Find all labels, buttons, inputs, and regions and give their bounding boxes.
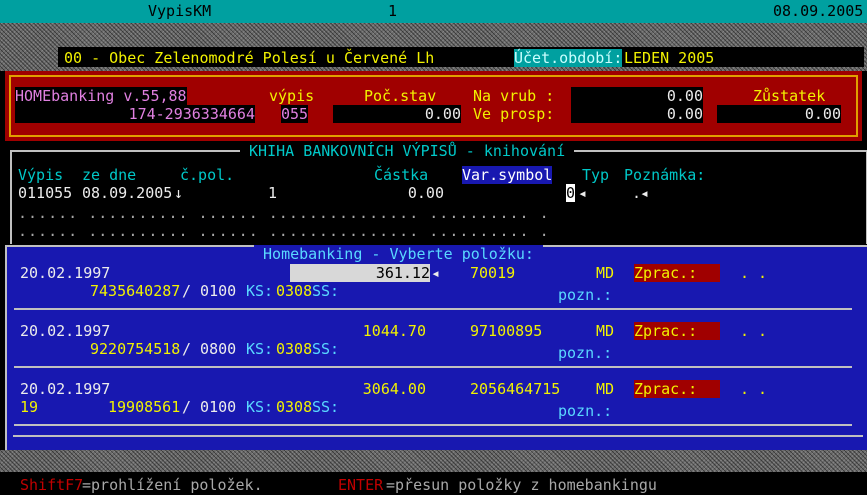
row-typ-input[interactable]: 0	[566, 184, 576, 202]
item-ss-label: SS:	[312, 340, 340, 358]
item-status[interactable]: Zprac.:	[634, 380, 720, 398]
col-var-symbol: Var.symbol	[462, 166, 553, 184]
status-bar: ShiftF7 =prohlížení položek. ENTER =přes…	[0, 474, 867, 495]
item-date: 20.02.1997	[20, 380, 111, 398]
org-name: 00 - Obec Zelenomodré Polesí u Červené L…	[64, 49, 435, 67]
item-date: 20.02.1997	[20, 264, 111, 282]
col-c-pol: č.pol.	[180, 166, 235, 184]
current-date: 08.09.2005	[773, 2, 864, 20]
item-type: MD	[596, 380, 615, 398]
item-type: MD	[596, 322, 615, 340]
item-account-prefix: 19	[20, 398, 39, 416]
homebanking-title: Homebanking - Vyberte položku:	[254, 245, 543, 263]
col-ze-dne: ze dne	[82, 166, 137, 184]
item-separator	[14, 424, 852, 426]
org-band: 00 - Obec Zelenomodré Polesí u Červené L…	[0, 23, 867, 71]
shortcut-desc-move: =přesun položky z homebankingu	[386, 476, 657, 494]
shortcut-key-shiftf7[interactable]: ShiftF7	[20, 476, 83, 494]
account-number: 174-2936334664	[15, 105, 255, 123]
item-ks: 0308	[276, 398, 313, 416]
item-bank: / 0800	[182, 340, 237, 358]
item-pozn-label: pozn.:	[558, 402, 613, 420]
item-status[interactable]: Zprac.:	[634, 264, 720, 282]
header-panel: HOMEbanking v.55,88 174-2936334664 výpis…	[5, 71, 862, 141]
row-date[interactable]: 08.09.2005	[82, 184, 172, 202]
zustatek-value: 0.00	[717, 105, 841, 123]
item-ks-label: KS:	[246, 340, 274, 358]
item-ss-label: SS:	[312, 282, 340, 300]
row-castka[interactable]: 0.00	[380, 184, 444, 202]
item-amount[interactable]: 1044.70	[290, 322, 426, 340]
item-account: 9220754518	[90, 340, 181, 358]
col-poznamka: Poznámka:	[624, 166, 706, 184]
na-vrub-value: 0.00	[571, 87, 703, 105]
item-var-symbol: 2056464715	[470, 380, 561, 398]
item-ks: 0308	[276, 340, 313, 358]
item-bank: / 0100	[182, 398, 237, 416]
item-type: MD	[596, 264, 615, 282]
title-bar: VypisKM 1 08.09.2005	[0, 0, 867, 23]
item-separator	[14, 366, 852, 368]
empty-row-1: ...... .......... ...... ...............…	[18, 204, 550, 222]
panel-divider	[13, 435, 863, 437]
item-ks-label: KS:	[246, 398, 274, 416]
shortcut-desc-browse: =prohlížení položek.	[82, 476, 263, 494]
item-ks-label: KS:	[246, 282, 274, 300]
header-panel-frame: HOMEbanking v.55,88 174-2936334664 výpis…	[9, 75, 858, 137]
poc-stav-label: Poč.stav	[364, 87, 437, 105]
ve-prosp-label: Ve prosp:	[473, 105, 555, 123]
col-vypis: Výpis	[18, 166, 64, 184]
item-status[interactable]: Zprac.:	[634, 322, 720, 340]
item-status-dots: . .	[740, 264, 768, 282]
item-status-dots: . .	[740, 322, 768, 340]
item-status-dots: . .	[740, 380, 768, 398]
col-castka: Částka	[374, 166, 429, 184]
period-value: LEDEN 2005	[624, 49, 715, 67]
item-pozn-label: pozn.:	[558, 286, 613, 304]
ledger-title: KHIHA BANKOVNÍCH VÝPISŮ - knihování	[240, 142, 575, 160]
item-account: 19908561	[108, 398, 181, 416]
dos-screen: VypisKM 1 08.09.2005 00 - Obec Zelenomod…	[0, 0, 867, 495]
window-number: 1	[388, 2, 398, 20]
row-c-pol[interactable]: 1	[268, 184, 277, 202]
col-typ: Typ	[582, 166, 610, 184]
item-amount-selected[interactable]: 361.12	[290, 264, 430, 282]
item-var-symbol: 70019	[470, 264, 516, 282]
item-ks: 0308	[276, 282, 313, 300]
cursor-arrow-icon: ◂	[640, 184, 650, 202]
cursor-arrow-icon: ◂	[431, 264, 441, 282]
na-vrub-label: Na vrub :	[473, 87, 555, 105]
item-date: 20.02.1997	[20, 322, 111, 340]
item-amount[interactable]: 3064.00	[290, 380, 426, 398]
homebanking-version: HOMEbanking v.55,88	[15, 87, 187, 105]
app-name: VypisKM	[148, 2, 212, 20]
date-dropdown-icon[interactable]: ↓	[174, 184, 183, 202]
item-bank: / 0100	[182, 282, 237, 300]
row-vypis[interactable]: 011055	[18, 184, 72, 202]
period-label: Účet.období:	[514, 49, 623, 67]
empty-row-2: ...... .......... ...... ...............…	[18, 222, 550, 240]
ve-prosp-value: 0.00	[571, 105, 703, 123]
zustatek-label: Zůstatek	[753, 87, 826, 105]
item-pozn-label: pozn.:	[558, 344, 613, 362]
vypis-label: výpis	[269, 87, 315, 105]
item-ss-label: SS:	[312, 398, 340, 416]
vypis-value[interactable]: 055	[281, 105, 309, 123]
item-account: 7435640287	[90, 282, 181, 300]
item-var-symbol: 97100895	[470, 322, 543, 340]
poc-stav-value[interactable]: 0.00	[333, 105, 461, 123]
item-separator	[14, 308, 852, 310]
cursor-arrow-icon: ◂	[578, 184, 588, 202]
bottom-band	[0, 450, 867, 472]
shortcut-key-enter[interactable]: ENTER	[338, 476, 383, 494]
